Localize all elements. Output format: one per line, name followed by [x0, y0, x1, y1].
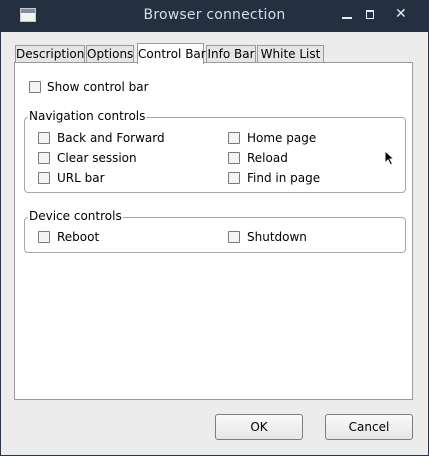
- minimize-icon[interactable]: [341, 9, 353, 21]
- tab-white-list[interactable]: White List: [257, 45, 324, 63]
- device-controls-title: Device controls: [28, 209, 123, 223]
- url-bar-checkbox[interactable]: [38, 172, 50, 184]
- tab-control-bar[interactable]: Control Bar: [137, 43, 206, 64]
- shutdown-label: Shutdown: [247, 230, 307, 244]
- dialog-body: Description Options Control Bar Info Bar…: [1, 32, 428, 455]
- home-page-label: Home page: [247, 131, 317, 145]
- find-in-page-checkbox[interactable]: [228, 172, 240, 184]
- maximize-icon[interactable]: [365, 9, 377, 21]
- home-page-checkbox[interactable]: [228, 132, 240, 144]
- tab-options[interactable]: Options: [86, 45, 134, 63]
- tab-info-bar[interactable]: Info Bar: [206, 45, 256, 63]
- back-forward-checkbox[interactable]: [38, 132, 50, 144]
- device-controls-group: Device controls Reboot Shutdown: [24, 210, 406, 253]
- navigation-controls-title: Navigation controls: [28, 109, 147, 123]
- show-control-bar-checkbox[interactable]: [29, 81, 41, 93]
- reboot-label: Reboot: [57, 230, 100, 244]
- url-bar-label: URL bar: [57, 171, 105, 185]
- show-control-bar-label: Show control bar: [47, 80, 149, 94]
- mouse-cursor-icon: [384, 150, 396, 166]
- clear-session-checkbox[interactable]: [38, 152, 50, 164]
- ok-button[interactable]: OK: [215, 414, 303, 440]
- find-in-page-label: Find in page: [247, 171, 321, 185]
- reload-label: Reload: [247, 151, 288, 165]
- title-bar: Browser connection ✕: [0, 0, 429, 32]
- clear-session-label: Clear session: [57, 151, 137, 165]
- close-icon[interactable]: ✕: [395, 7, 407, 21]
- cancel-button[interactable]: Cancel: [325, 414, 413, 440]
- navigation-controls-group: Navigation controls Back and Forward Cle…: [24, 110, 406, 193]
- tab-description[interactable]: Description: [15, 45, 85, 63]
- control-bar-panel: Show control bar Navigation controls Bac…: [14, 62, 413, 400]
- shutdown-checkbox[interactable]: [228, 231, 240, 243]
- back-forward-label: Back and Forward: [57, 131, 165, 145]
- reload-checkbox[interactable]: [228, 152, 240, 164]
- reboot-checkbox[interactable]: [38, 231, 50, 243]
